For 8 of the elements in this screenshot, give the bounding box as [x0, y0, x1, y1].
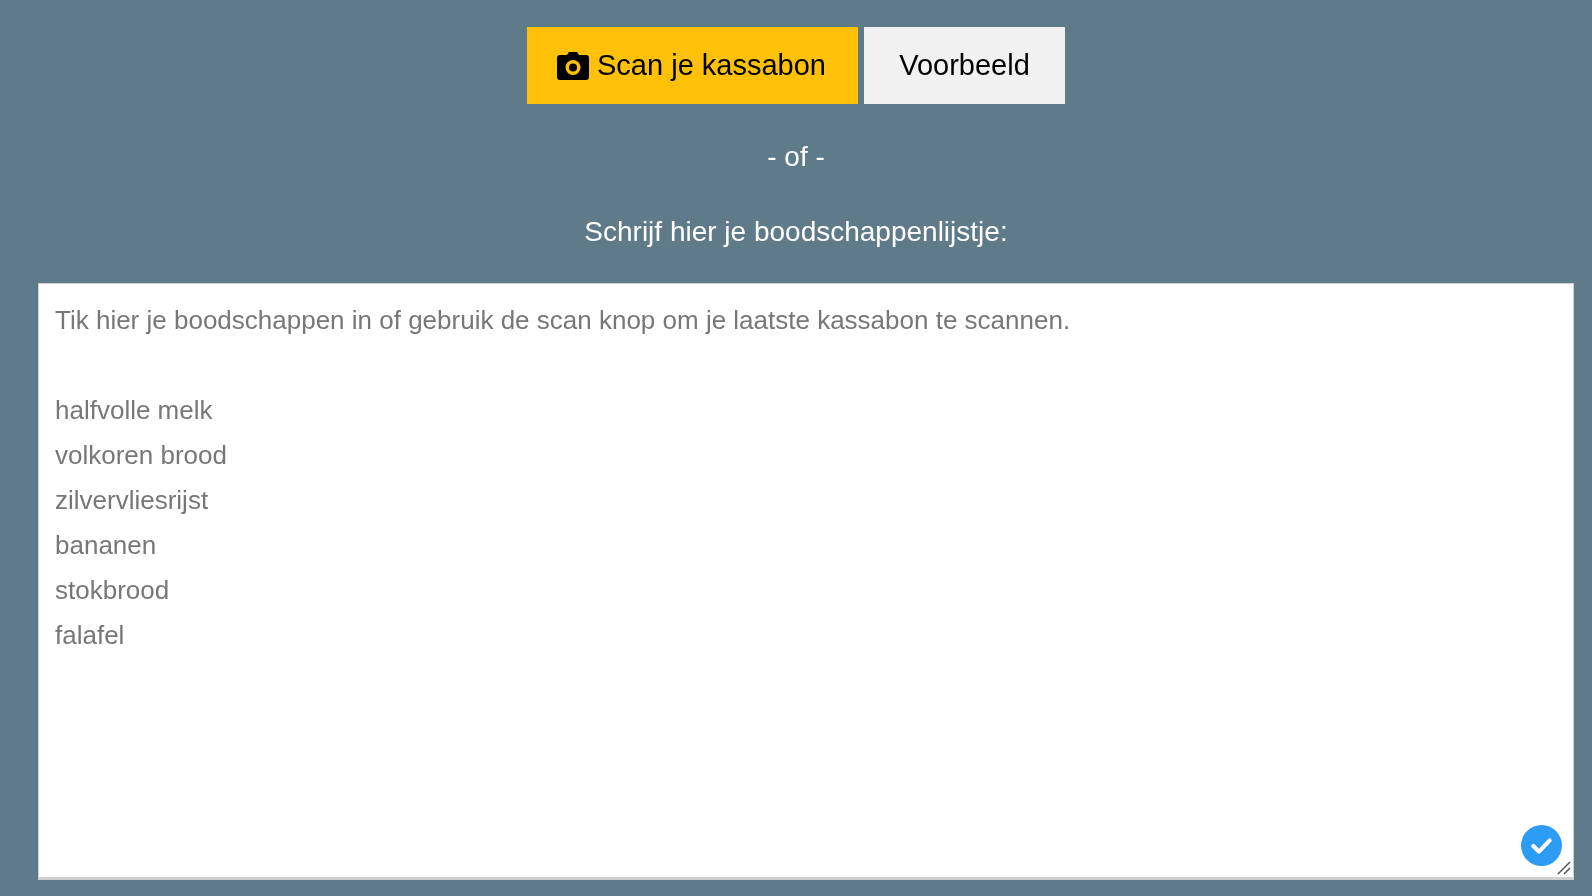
example-button[interactable]: Voorbeeld [863, 27, 1065, 104]
shopping-list-field[interactable]: Tik hier je boodschappen in of gebruik de scan knop om je laatste kassabon te scannen. halfvolle melk volkoren brood zilvervliesrijst bananen stokbrood falafel [38, 283, 1574, 880]
check-badge-icon[interactable] [1521, 825, 1562, 866]
separator-text: - of - [767, 140, 825, 174]
resize-grip-icon[interactable] [1557, 861, 1571, 875]
camera-icon [557, 51, 590, 80]
scan-button[interactable]: Scan je kassabon [527, 27, 858, 104]
prompt-heading: Schrijf hier je boodschappenlijstje: [584, 215, 1008, 249]
